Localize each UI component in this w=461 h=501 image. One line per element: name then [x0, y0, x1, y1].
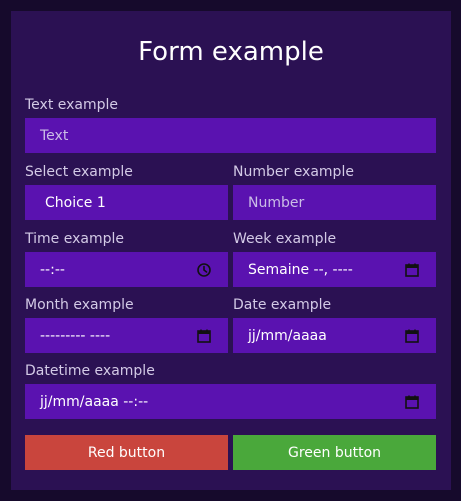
time-example-label: Time example	[25, 231, 124, 247]
datetime-value: jj/mm/aaaa --:--	[40, 393, 149, 410]
text-example-label: Text example	[25, 97, 119, 113]
calendar-icon[interactable]	[404, 394, 420, 410]
calendar-icon[interactable]	[196, 328, 212, 344]
month-example-label: Month example	[25, 297, 134, 313]
number-input-placeholder: Number	[248, 194, 305, 211]
clock-icon[interactable]	[196, 262, 212, 278]
month-input[interactable]: --------- ----	[25, 318, 228, 353]
calendar-icon[interactable]	[404, 262, 420, 278]
week-value: Semaine --, ----	[248, 261, 353, 278]
datetime-input[interactable]: jj/mm/aaaa --:--	[25, 384, 436, 419]
time-input[interactable]: --:--	[25, 252, 228, 287]
select-example-label: Select example	[25, 164, 133, 180]
calendar-icon[interactable]	[404, 328, 420, 344]
select-value: Choice 1	[45, 194, 106, 211]
select-dropdown[interactable]: Choice 1	[25, 185, 228, 220]
datetime-example-label: Datetime example	[25, 363, 155, 379]
text-input[interactable]: Text	[25, 118, 436, 153]
date-input[interactable]: jj/mm/aaaa	[233, 318, 436, 353]
red-button[interactable]: Red button	[25, 435, 228, 470]
month-value: --------- ----	[40, 327, 111, 344]
week-example-label: Week example	[233, 231, 337, 247]
week-input[interactable]: Semaine --, ----	[233, 252, 436, 287]
form-title: Form example	[138, 37, 324, 67]
time-value: --:--	[40, 261, 65, 278]
text-input-placeholder: Text	[40, 127, 69, 144]
number-example-label: Number example	[233, 164, 354, 180]
date-value: jj/mm/aaaa	[248, 327, 327, 344]
number-input[interactable]: Number	[233, 185, 436, 220]
form-card: Form example Text example Text Select ex…	[11, 11, 451, 490]
date-example-label: Date example	[233, 297, 332, 313]
green-button[interactable]: Green button	[233, 435, 436, 470]
